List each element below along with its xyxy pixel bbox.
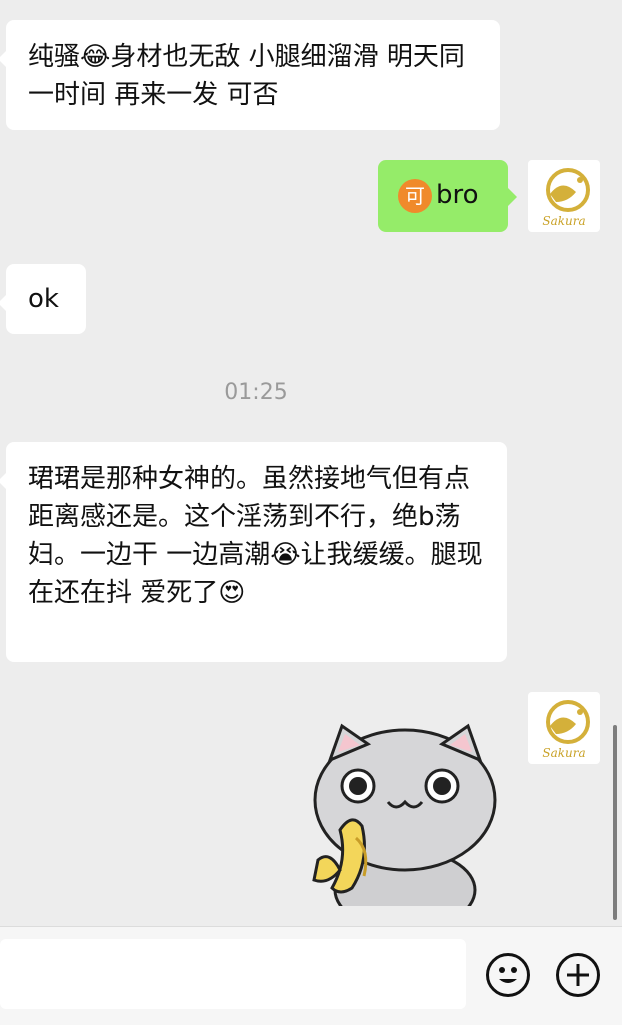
add-button[interactable] <box>556 953 600 997</box>
emoji-face-icon <box>499 967 517 983</box>
message-text: bro <box>436 180 479 210</box>
message-bubble-incoming[interactable]: 纯骚😂身材也无敌 小腿细溜滑 明天同一时间 再来一发 可否 <box>0 20 500 130</box>
scrollbar[interactable] <box>613 725 617 920</box>
plus-circle-icon <box>567 964 589 986</box>
message-input[interactable] <box>0 939 466 1009</box>
input-bar <box>0 926 622 1025</box>
message-bubble-outgoing[interactable]: 可 bro <box>378 160 517 232</box>
message-text: ok <box>28 284 59 314</box>
emoji-button[interactable] <box>486 953 530 997</box>
message-bubble-incoming[interactable]: 珺珺是那种女神的。虽然接地气但有点距离感还是。这个淫荡到不行，绝b荡妇。一边干 … <box>0 442 507 662</box>
avatar-signature: Sakura <box>542 214 586 228</box>
message-text: 纯骚😂身材也无敌 小腿细溜滑 明天同一时间 再来一发 可否 <box>28 42 465 110</box>
ke-badge-icon: 可 <box>398 178 432 213</box>
cat-sticker-icon <box>312 723 497 932</box>
message-text: 珺珺是那种女神的。虽然接地气但有点距离感还是。这个淫荡到不行，绝b荡妇。一边干 … <box>28 464 483 608</box>
message-bubble-incoming[interactable]: ok <box>0 264 86 334</box>
avatar-signature: Sakura <box>542 746 586 760</box>
avatar[interactable]: Sakura <box>528 160 600 232</box>
timestamp: 01:25 <box>224 380 288 405</box>
cat-banana-sticker[interactable] <box>300 720 510 932</box>
avatar[interactable]: Sakura <box>528 692 600 764</box>
